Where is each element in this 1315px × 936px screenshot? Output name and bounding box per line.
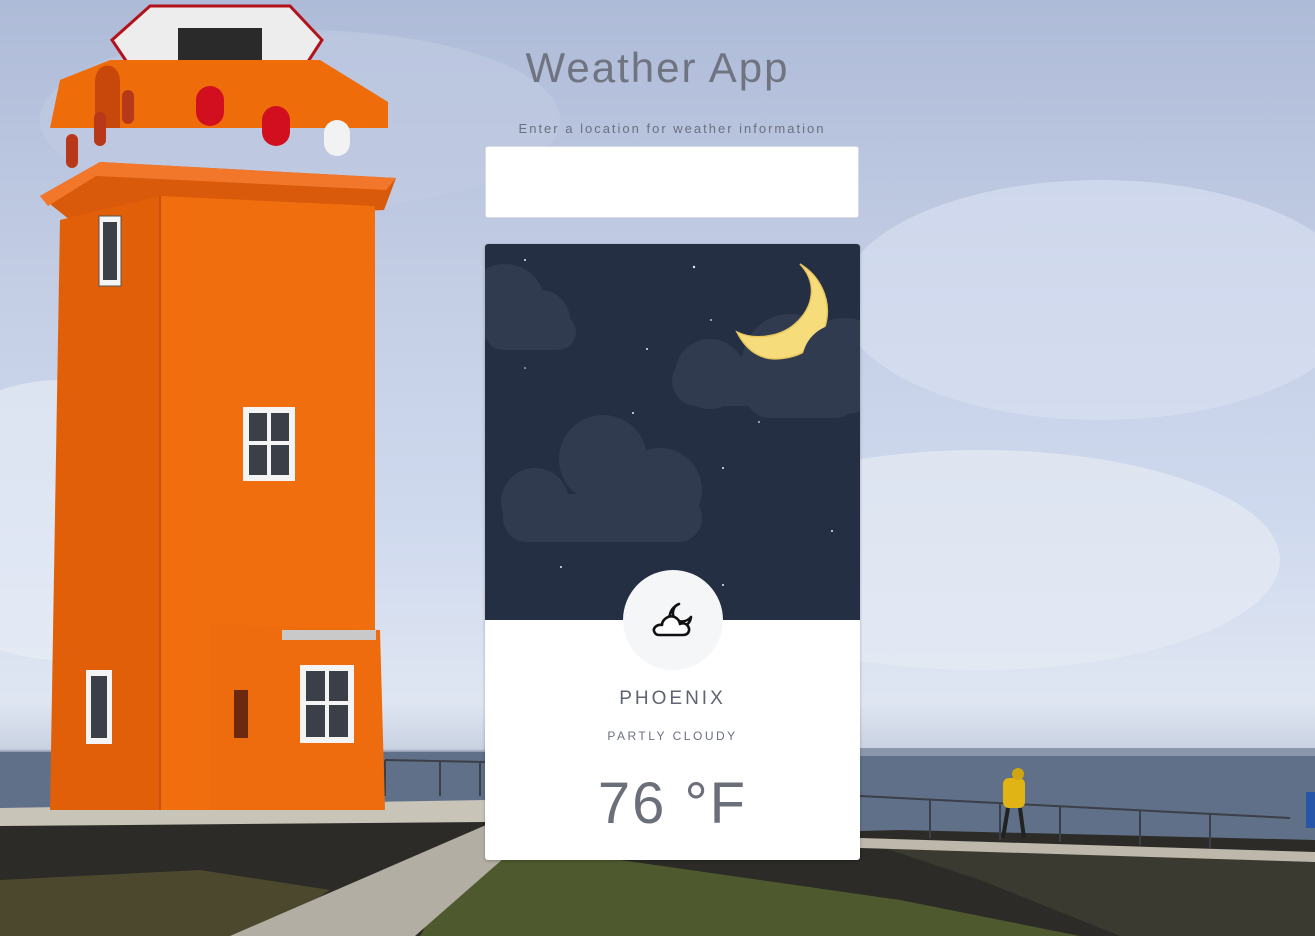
weather-icon-badge xyxy=(623,570,723,670)
cloud-top-left xyxy=(485,264,576,350)
weather-condition: PARTLY CLOUDY xyxy=(607,729,738,743)
app-page: Weather App Enter a location for weather… xyxy=(0,0,1315,936)
app-title: Weather App xyxy=(525,44,790,91)
cloud-bottom xyxy=(501,415,702,542)
partly-cloudy-night-icon xyxy=(652,602,693,637)
location-search-input[interactable] xyxy=(485,146,859,218)
weather-card: PHOENIX PARTLY CLOUDY 76 °F xyxy=(485,244,860,860)
night-sky-illustration xyxy=(485,259,860,586)
night-sky-scene xyxy=(485,244,860,620)
temperature: 76 °F xyxy=(597,771,748,836)
search-instruction-label: Enter a location for weather information xyxy=(518,121,826,136)
city-name: PHOENIX xyxy=(619,688,726,709)
